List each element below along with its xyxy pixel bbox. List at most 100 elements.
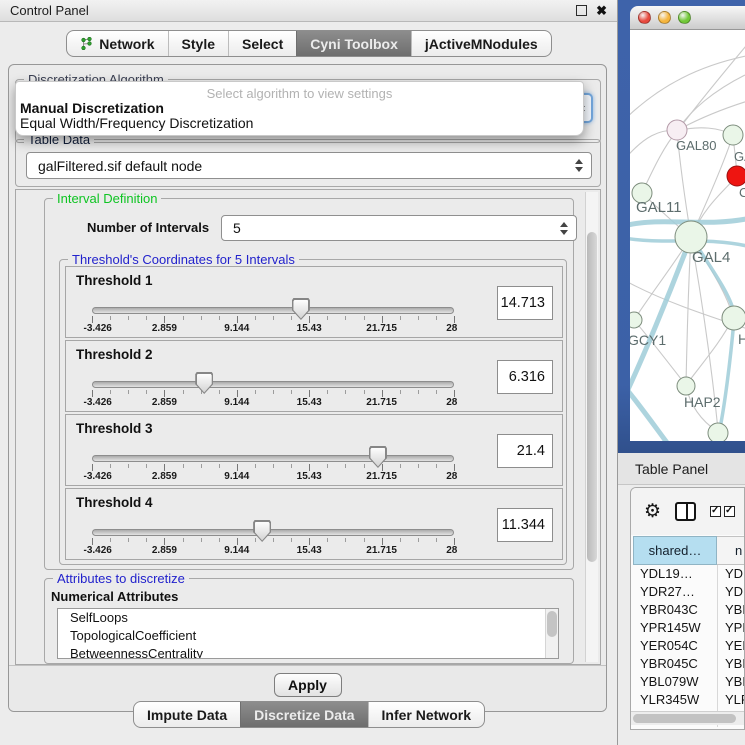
tick-label: 21.715 — [366, 397, 397, 408]
tick-mark — [110, 316, 111, 320]
threshold-value-input[interactable]: 6.316 — [497, 360, 553, 394]
table-panel: ⚙ shared…n YDL19…YDL1YDR27…YDR2YBR043CYB… — [630, 487, 745, 730]
close-icon[interactable]: ✖ — [596, 5, 607, 16]
combo-stepper-icon — [560, 222, 568, 235]
interval-definition-group: Interval Definition Number of Intervals … — [44, 198, 574, 570]
tick-mark — [255, 390, 256, 394]
network-node-pink[interactable] — [667, 120, 687, 140]
table-data-select[interactable]: galFiltered.sif default node — [26, 152, 592, 179]
network-node-green[interactable] — [677, 377, 695, 395]
tick-mark — [273, 538, 274, 542]
network-node-green[interactable] — [722, 306, 745, 330]
tab-select[interactable]: Select — [228, 31, 296, 56]
table-hscrollbar-thumb[interactable] — [633, 714, 736, 723]
network-node-label: HAP2 — [684, 394, 721, 410]
tick-label: 2.859 — [152, 471, 177, 482]
list-scrollbar-thumb[interactable] — [547, 611, 557, 637]
attribute-list-item[interactable]: TopologicalCoefficient — [58, 627, 558, 645]
float-window-icon[interactable] — [576, 5, 587, 16]
tab-network[interactable]: Network — [67, 31, 167, 56]
slider-track[interactable] — [92, 307, 454, 314]
tick-label: 21.715 — [366, 323, 397, 334]
number-of-intervals-select[interactable]: 5 — [221, 215, 577, 241]
tick-mark — [309, 538, 310, 545]
tick-mark — [183, 464, 184, 468]
tick-mark — [327, 316, 328, 320]
tab-jactivemnodules-label: jActiveMNodules — [425, 36, 538, 52]
tick-label: -3.426 — [83, 323, 111, 334]
network-edge — [642, 131, 677, 193]
bottom-tab-row: Impute DataDiscretize DataInfer Network — [0, 701, 618, 728]
scrollbar-thumb[interactable] — [587, 232, 597, 562]
tick-mark — [201, 538, 202, 542]
network-node-green[interactable] — [708, 423, 728, 441]
table-row[interactable]: YPR145WYPR1 — [633, 619, 745, 637]
table-row[interactable]: YDR27…YDR2 — [633, 583, 745, 601]
network-view[interactable]: GAL80GACGAL11GAL4GCY1HHAP2 — [630, 30, 745, 441]
control-panel-titlebar: Control Panel ✖ — [0, 0, 617, 22]
attribute-list-item[interactable]: SelfLoops — [58, 609, 558, 627]
tick-mark — [255, 316, 256, 320]
slider-track[interactable] — [92, 381, 454, 388]
tick-mark — [454, 390, 455, 397]
table-cell-shared-name: YBL079W — [633, 673, 717, 691]
table-hscrollbar[interactable] — [631, 711, 744, 725]
tick-mark — [436, 390, 437, 394]
slider-track[interactable] — [92, 455, 454, 462]
list-scrollbar[interactable] — [545, 609, 558, 658]
network-edge — [634, 320, 685, 384]
tick-mark — [454, 538, 455, 545]
tick-label: 28 — [446, 545, 457, 556]
network-node-label: GAL80 — [676, 138, 716, 153]
apply-button[interactable]: Apply — [274, 673, 342, 697]
table-column-header-1[interactable]: n — [717, 536, 745, 565]
minimize-traffic-light-icon[interactable] — [658, 11, 671, 24]
table-row[interactable]: YBR043CYBR0 — [633, 601, 745, 619]
tick-mark — [219, 464, 220, 468]
settings-scrollbar[interactable] — [585, 192, 598, 662]
bottom-tab-impute-data[interactable]: Impute Data — [134, 702, 240, 727]
network-node-green[interactable] — [723, 125, 743, 145]
table-row[interactable]: YBR045CYBR0 — [633, 655, 745, 673]
table-column-header-0[interactable]: shared… — [633, 536, 717, 565]
table-row[interactable]: YLR345WYLR3 — [633, 691, 745, 709]
threshold-value-input[interactable]: 21.4 — [497, 434, 553, 468]
zoom-traffic-light-icon[interactable] — [678, 11, 691, 24]
tick-label: 21.715 — [366, 545, 397, 556]
tick-mark — [146, 316, 147, 320]
tick-label: 2.859 — [152, 545, 177, 556]
tick-mark — [436, 538, 437, 542]
network-node-red[interactable] — [727, 166, 745, 186]
thresholds-group-label: Threshold's Coordinates for 5 Intervals — [68, 252, 299, 267]
tab-cyni-toolbox[interactable]: Cyni Toolbox — [296, 31, 411, 56]
close-traffic-light-icon[interactable] — [638, 11, 651, 24]
table-row[interactable]: YER054CYER0 — [633, 637, 745, 655]
tab-jactivemnodules[interactable]: jActiveMNodules — [411, 31, 551, 56]
algorithm-option-equal-width[interactable]: Equal Width/Frequency Discretization — [16, 116, 583, 131]
threshold-slider-3: -3.4262.8599.14415.4321.71528 — [92, 415, 454, 487]
table-row[interactable]: YBL079WYBL0 — [633, 673, 745, 691]
slider-track[interactable] — [92, 529, 454, 536]
table-cell-name: YBL0 — [717, 673, 745, 691]
attribute-list-item[interactable]: BetweennessCentrality — [58, 645, 558, 659]
bottom-tab-discretize-data[interactable]: Discretize Data — [240, 702, 367, 727]
tick-mark — [327, 538, 328, 542]
bottom-tab-infer-network[interactable]: Infer Network — [368, 702, 484, 727]
tick-label: 15.43 — [297, 545, 322, 556]
thresholds-group: Threshold's Coordinates for 5 Intervals … — [59, 259, 567, 565]
threshold-value-input[interactable]: 14.713 — [497, 286, 553, 320]
numerical-attributes-list: SelfLoopsTopologicalCoefficientBetweenne… — [57, 608, 559, 659]
table-cell-name: YER0 — [717, 637, 745, 655]
attributes-group-label: Attributes to discretize — [53, 571, 189, 586]
right-side: GAL80GACGAL11GAL4GCY1HHAP2 Table Panel ⚙… — [618, 0, 745, 745]
select-columns-icon[interactable] — [710, 506, 735, 517]
gear-icon[interactable]: ⚙ — [644, 502, 661, 521]
tick-mark — [309, 464, 310, 471]
algorithm-option-manual[interactable]: Manual Discretization — [16, 101, 583, 116]
network-node-green[interactable] — [630, 312, 642, 328]
table-row[interactable]: YDL19…YDL1 — [633, 565, 745, 583]
tab-style[interactable]: Style — [168, 31, 228, 56]
network-edge-highlighted — [719, 320, 734, 433]
threshold-value-input[interactable]: 11.344 — [497, 508, 553, 542]
columns-icon[interactable] — [675, 502, 696, 521]
